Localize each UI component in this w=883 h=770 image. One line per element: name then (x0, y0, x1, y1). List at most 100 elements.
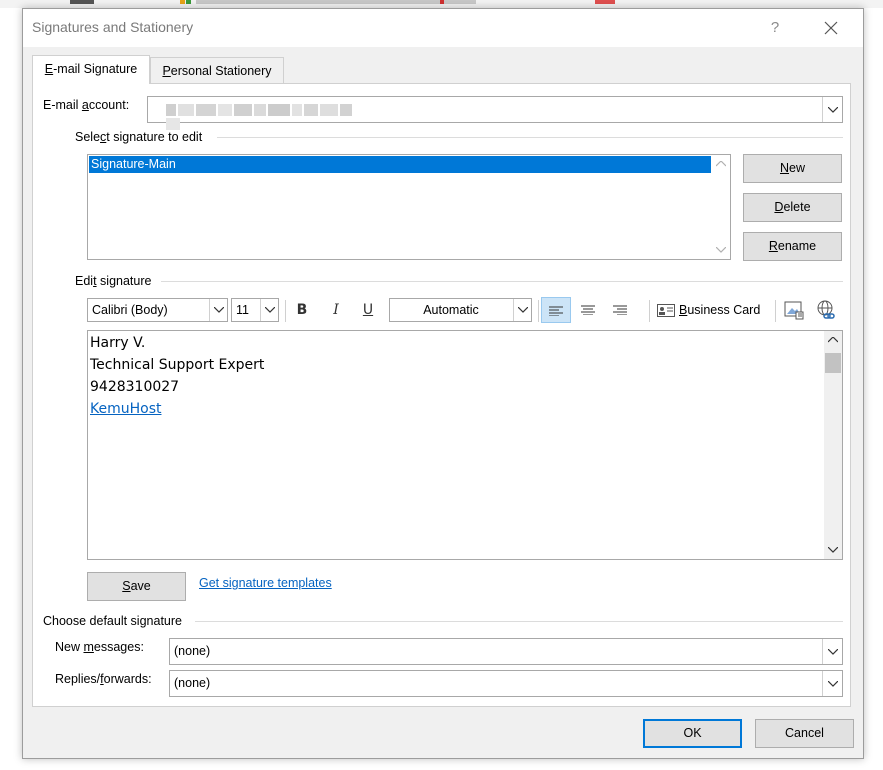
label-part: New (55, 640, 84, 654)
scroll-thumb[interactable] (825, 353, 841, 373)
scroll-down-icon[interactable] (828, 547, 838, 553)
toolbar-divider (775, 300, 776, 322)
font-dropdown[interactable]: Calibri (Body) (87, 298, 228, 322)
chevron-down-icon (828, 106, 838, 113)
signature-list-item[interactable]: Signature-Main (89, 156, 711, 173)
new-button[interactable]: New (743, 154, 842, 183)
signature-list-scrollbar[interactable] (712, 155, 730, 259)
color-dropdown-button[interactable] (513, 299, 531, 321)
separator (161, 281, 843, 282)
btn-mnemonic: N (779, 161, 790, 175)
new-messages-value: (none) (174, 644, 211, 658)
cancel-button[interactable]: Cancel (755, 719, 854, 748)
align-right-button[interactable] (605, 297, 635, 323)
scroll-down-icon[interactable] (716, 247, 726, 253)
separator (195, 621, 843, 622)
font-value: Calibri (Body) (92, 303, 168, 317)
select-signature-label: Select signature to edit (75, 130, 202, 144)
tab-email-signature-label: -mail Signature (53, 62, 138, 76)
dropdown-button[interactable] (822, 671, 842, 696)
chevron-down-icon (265, 307, 275, 313)
signatures-dialog: Signatures and Stationery ? E-mail Signa… (22, 8, 864, 759)
new-messages-dropdown[interactable]: (none) (169, 638, 843, 665)
separator (217, 137, 843, 138)
tab-personal-stationery[interactable]: Personal Stationery (150, 57, 284, 84)
font-size-dropdown-button[interactable] (260, 299, 278, 321)
align-left-icon (549, 306, 563, 317)
replies-forwards-dropdown[interactable]: (none) (169, 670, 843, 697)
signature-phone: 9428310027 (90, 379, 180, 395)
dropdown-button[interactable] (822, 639, 842, 664)
font-size-dropdown[interactable]: 11 (231, 298, 279, 322)
delete-button[interactable]: Delete (743, 193, 842, 222)
align-center-button[interactable] (573, 297, 603, 323)
tab-personal-stationery-label: ersonal Stationery (170, 64, 272, 78)
business-card-icon (657, 304, 675, 318)
email-account-label: E-mail account: (43, 98, 129, 112)
label-part: Sele (75, 130, 101, 144)
btn-label: elete (783, 200, 811, 214)
label-part: orwards: (103, 672, 152, 686)
tab-panel: E-mail account: Select signature to edit… (32, 83, 851, 707)
chevron-down-icon (518, 307, 528, 313)
signature-link[interactable]: KemuHost (90, 401, 161, 417)
close-button[interactable] (819, 17, 843, 39)
scroll-up-icon[interactable] (828, 337, 838, 343)
chevron-down-icon (214, 307, 224, 313)
btn-label: usiness Card (687, 303, 761, 317)
help-button[interactable]: ? (763, 17, 787, 39)
new-messages-label: New messages: (55, 640, 144, 654)
redacted-account-value (166, 102, 366, 130)
background-window-strip (0, 0, 883, 8)
underline-button[interactable]: U (353, 297, 383, 323)
ok-button[interactable]: OK (643, 719, 742, 748)
align-left-button[interactable] (541, 297, 571, 323)
font-dropdown-button[interactable] (209, 299, 227, 321)
chevron-down-icon (828, 680, 838, 687)
get-templates-link[interactable]: Get signature templates (199, 576, 332, 590)
label-part: signature (96, 274, 152, 288)
insert-picture-button[interactable] (781, 297, 807, 323)
signature-editor[interactable]: Harry V. Technical Support Expert 942831… (87, 330, 843, 560)
picture-icon (784, 301, 804, 320)
scroll-up-icon[interactable] (716, 161, 726, 167)
label-mnemonic: a (81, 98, 89, 112)
edit-signature-label: Edit signature (75, 274, 151, 288)
signature-role: Technical Support Expert (90, 357, 265, 373)
color-dropdown[interactable]: Automatic (389, 298, 532, 322)
dialog-title: Signatures and Stationery (32, 19, 194, 35)
label-part: E-mail (43, 98, 82, 112)
tab-email-signature[interactable]: E-mail Signature (32, 55, 150, 84)
btn-label: ew (789, 161, 805, 175)
align-right-icon (613, 305, 627, 316)
save-button[interactable]: Save (87, 572, 186, 601)
label-mnemonic: m (83, 640, 94, 654)
insert-hyperlink-button[interactable] (813, 297, 839, 323)
signature-name: Harry V. (90, 335, 146, 351)
label-part: t signature to edit (106, 130, 203, 144)
toolbar-divider (285, 300, 286, 322)
bold-button[interactable]: B (287, 297, 317, 323)
business-card-button[interactable]: Business Card (657, 297, 760, 323)
btn-mnemonic: S (122, 579, 131, 593)
rename-button[interactable]: Rename (743, 232, 842, 261)
tab-email-signature-mnemonic: E (44, 62, 54, 76)
signature-list[interactable]: Signature-Main (87, 154, 731, 260)
close-icon (824, 21, 838, 35)
label-part: ccount: (88, 98, 130, 112)
toolbar-divider (538, 300, 539, 322)
color-value: Automatic (423, 303, 479, 317)
align-center-icon (581, 305, 595, 316)
email-account-dropdown[interactable] (147, 96, 843, 130)
label-part: Edi (75, 274, 94, 288)
btn-mnemonic: R (768, 239, 778, 253)
dropdown-button[interactable] (822, 97, 842, 122)
label-part: Replies/ (55, 672, 101, 686)
chevron-down-icon (828, 648, 838, 655)
hyperlink-globe-icon (817, 300, 835, 319)
label-part: essages: (93, 640, 144, 654)
replies-forwards-label: Replies/forwards: (55, 672, 152, 686)
italic-button[interactable]: I (321, 297, 351, 323)
editor-scrollbar[interactable] (824, 331, 842, 559)
btn-label: ename (777, 239, 817, 253)
